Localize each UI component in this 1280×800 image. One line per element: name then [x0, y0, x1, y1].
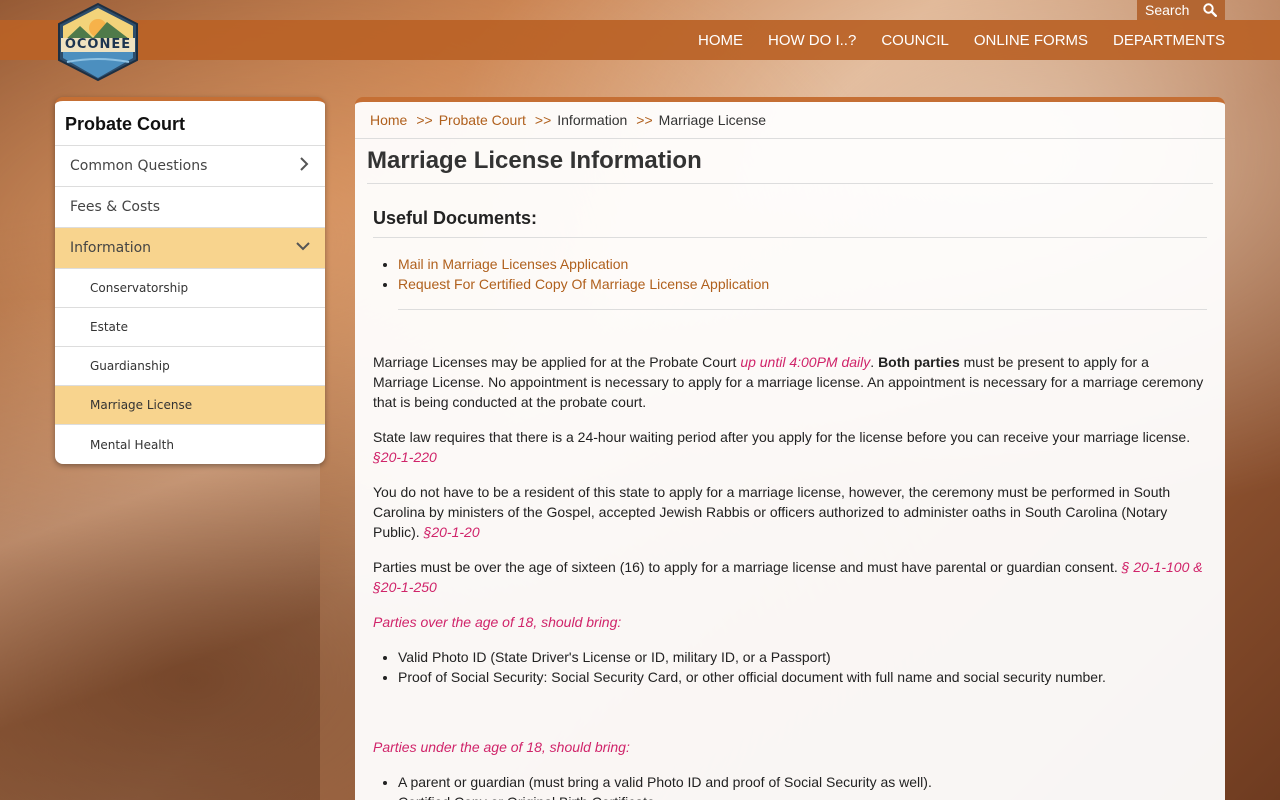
sidebar-item-fees-costs[interactable]: Fees & Costs: [55, 187, 325, 228]
list-item: Certified Copy or Original Birth Certifi…: [398, 792, 1207, 800]
statute-reference: §20-1-20: [423, 524, 480, 540]
sidebar-subitem-estate[interactable]: Estate: [55, 308, 325, 347]
sidebar-title: Probate Court: [55, 101, 325, 146]
search-label: Search: [1145, 2, 1190, 18]
list-item: A parent or guardian (must bring a valid…: [398, 772, 1207, 792]
nav-how-do-i[interactable]: HOW DO I..?: [768, 32, 856, 49]
logo-text: OCONEE: [64, 37, 132, 52]
chevron-down-icon: [296, 240, 310, 256]
sidebar-item-information[interactable]: Information: [55, 228, 325, 269]
nav-departments[interactable]: DEPARTMENTS: [1113, 32, 1225, 49]
breadcrumb-separator: >>: [416, 112, 433, 128]
breadcrumb-home[interactable]: Home: [370, 112, 407, 128]
breadcrumb-information: Information: [557, 112, 628, 128]
under-18-heading: Parties under the age of 18, should brin…: [373, 739, 630, 755]
sidebar-subitem-mental-health[interactable]: Mental Health: [55, 425, 325, 464]
paragraph-waiting-period: State law requires that there is a 24-ho…: [373, 427, 1207, 467]
text: Parties must be over the age of sixteen …: [373, 559, 1122, 575]
breadcrumb: Home >> Probate Court >> Information >> …: [355, 102, 1225, 139]
paragraph-age: Parties must be over the age of sixteen …: [373, 557, 1207, 597]
text: Marriage Licenses may be applied for at …: [373, 354, 741, 370]
doc-link-certified-copy-application[interactable]: Request For Certified Copy Of Marriage L…: [398, 276, 769, 292]
useful-documents-heading: Useful Documents:: [373, 208, 1207, 238]
nav-council[interactable]: COUNCIL: [881, 32, 949, 49]
breadcrumb-separator: >>: [636, 112, 653, 128]
sidebar-item-label: Common Questions: [70, 158, 208, 174]
documents-list: Mail in Marriage Licenses Application Re…: [398, 254, 1207, 310]
page-title: Marriage License Information: [367, 147, 1213, 184]
text: You do not have to be a resident of this…: [373, 484, 1171, 540]
both-parties-bold: Both parties: [878, 354, 960, 370]
article-body: Useful Documents: Mail in Marriage Licen…: [355, 208, 1225, 800]
hours-emphasis: up until 4:00PM daily: [740, 354, 871, 370]
nav-home[interactable]: HOME: [698, 32, 743, 49]
list-item: Mail in Marriage Licenses Application: [398, 254, 1207, 274]
chevron-right-icon: [298, 157, 310, 175]
text: .: [870, 354, 879, 370]
breadcrumb-separator: >>: [534, 112, 552, 128]
list-item: Proof of Social Security: Social Securit…: [398, 667, 1207, 687]
text: State law requires that there is a 24-ho…: [373, 429, 1191, 445]
sidebar-subitem-guardianship[interactable]: Guardianship: [55, 347, 325, 386]
search-button[interactable]: Search: [1137, 0, 1225, 20]
main-content: Home >> Probate Court >> Information >> …: [355, 97, 1225, 800]
breadcrumb-probate-court[interactable]: Probate Court: [439, 112, 526, 128]
under-18-list: A parent or guardian (must bring a valid…: [398, 772, 1207, 800]
list-item: Valid Photo ID (State Driver's License o…: [398, 647, 1207, 667]
paragraph-residency: You do not have to be a resident of this…: [373, 482, 1207, 542]
paragraph-application: Marriage Licenses may be applied for at …: [373, 352, 1207, 412]
over-18-list: Valid Photo ID (State Driver's License o…: [398, 647, 1207, 687]
sidebar-item-label: Fees & Costs: [70, 199, 161, 215]
sidebar-item-common-questions[interactable]: Common Questions: [55, 146, 325, 187]
doc-link-mail-in-application[interactable]: Mail in Marriage Licenses Application: [398, 256, 628, 272]
over-18-heading: Parties over the age of 18, should bring…: [373, 614, 622, 630]
sidebar-subitem-conservatorship[interactable]: Conservatorship: [55, 269, 325, 308]
statute-reference: §20-1-220: [373, 449, 437, 465]
list-item: Request For Certified Copy Of Marriage L…: [398, 274, 1207, 294]
sidebar-item-label: Information: [70, 240, 152, 256]
nav-online-forms[interactable]: ONLINE FORMS: [974, 32, 1088, 49]
main-nav: HOME HOW DO I..? COUNCIL ONLINE FORMS DE…: [698, 20, 1225, 60]
breadcrumb-current: Marriage License: [658, 112, 767, 128]
sidebar: Probate Court Common Questions Fees & Co…: [55, 97, 325, 464]
sidebar-subitem-marriage-license[interactable]: Marriage License: [55, 386, 325, 425]
oconee-logo[interactable]: OCONEE: [55, 2, 141, 82]
search-icon: [1203, 3, 1217, 17]
